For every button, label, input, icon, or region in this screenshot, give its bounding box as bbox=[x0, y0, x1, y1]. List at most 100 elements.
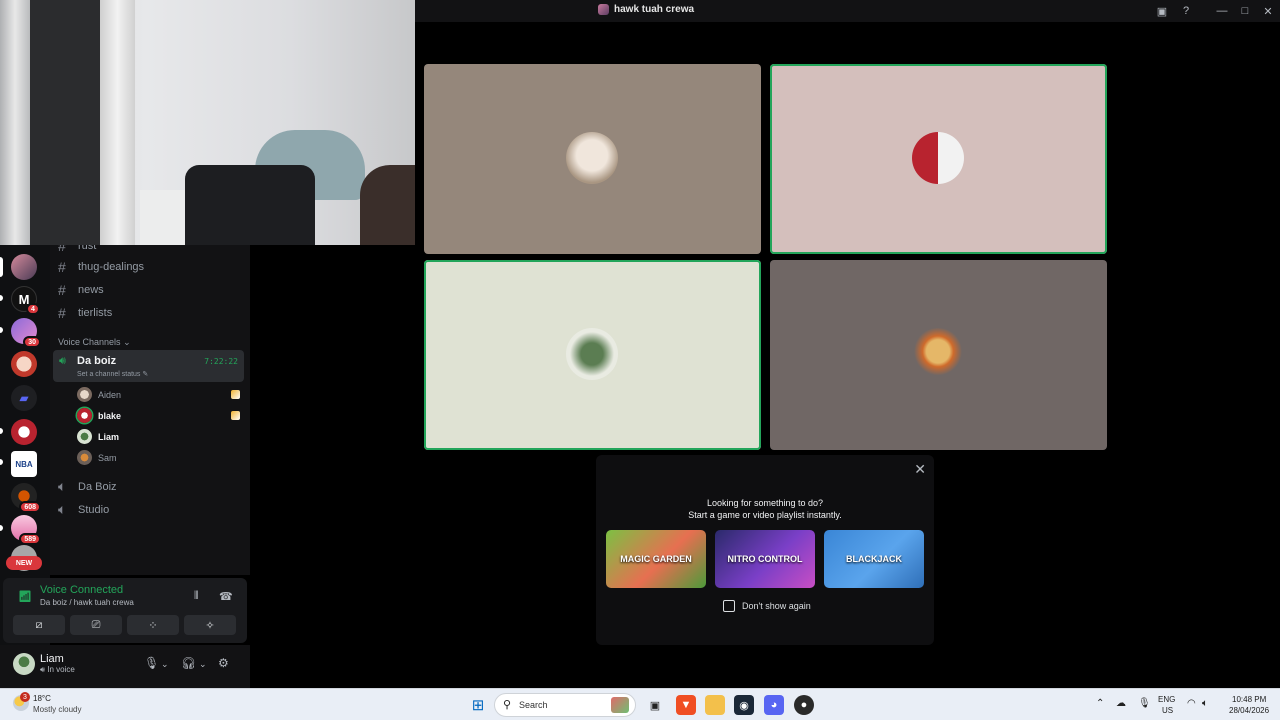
keyboard-layout-label[interactable]: US bbox=[1162, 706, 1173, 715]
discord-icon[interactable]: ◕ bbox=[764, 695, 784, 715]
user-avatar[interactable] bbox=[13, 653, 35, 675]
channel-rust[interactable]: # rust bbox=[58, 245, 96, 254]
channel-news[interactable]: # news bbox=[58, 282, 104, 298]
app-icon[interactable]: ● bbox=[794, 695, 814, 715]
voice-user-sam[interactable]: Sam bbox=[77, 450, 117, 465]
task-view-icon[interactable]: ▣ bbox=[645, 695, 665, 715]
server-selected-indicator bbox=[0, 257, 3, 277]
new-badge[interactable]: NEW bbox=[6, 556, 42, 570]
folder-icon[interactable]: ▰ bbox=[11, 385, 37, 411]
server-badge: 608 bbox=[19, 501, 41, 513]
camera-off-button[interactable]: ⧄ bbox=[13, 615, 65, 635]
channel-thug-dealings[interactable]: # thug-dealings bbox=[58, 259, 144, 275]
participant-avatar bbox=[912, 132, 964, 184]
microphone-icon[interactable]: 🎙︎ bbox=[1138, 698, 1151, 709]
maximize-button[interactable]: □ bbox=[1238, 4, 1252, 18]
screen-share-icon: ⎚ bbox=[91, 618, 101, 631]
camera-preview[interactable] bbox=[0, 0, 415, 245]
brave-icon[interactable]: ▼ bbox=[676, 695, 696, 715]
participant-tile-speaking[interactable] bbox=[424, 260, 761, 450]
channel-label: tierlists bbox=[78, 307, 113, 319]
start-icon[interactable]: ⊞ bbox=[468, 695, 488, 715]
dont-show-again-checkbox[interactable]: Don't show again bbox=[723, 600, 811, 612]
voice-user-blake[interactable]: blake bbox=[77, 408, 121, 423]
user-bar: Liam 🔊︎ In voice 🎙︎ ⌄ 🎧︎ ⌄ ⚙ bbox=[0, 645, 250, 688]
inbox-icon[interactable]: ▣ bbox=[1155, 4, 1169, 18]
speaker-icon: 🔊︎ bbox=[59, 355, 66, 367]
server-icon-anime[interactable]: 30 bbox=[11, 318, 41, 348]
steam-icon[interactable]: ◉ bbox=[734, 695, 754, 715]
channel-status[interactable]: Set a channel status ✎ bbox=[77, 370, 148, 378]
server-icon-nba[interactable]: NBA bbox=[11, 451, 37, 477]
server-icon-red[interactable] bbox=[11, 419, 37, 445]
camera-person bbox=[360, 165, 415, 245]
category-label: Voice Channels bbox=[58, 337, 121, 347]
signal-icon[interactable]: 📶︎ bbox=[18, 590, 32, 603]
participant-tile[interactable] bbox=[770, 260, 1107, 450]
channel-label: thug-dealings bbox=[78, 261, 145, 273]
language-label[interactable]: ENG bbox=[1158, 695, 1175, 704]
search-highlight-icon bbox=[611, 697, 629, 713]
voice-connected-subtitle[interactable]: Da boiz / hawk tuah crewa bbox=[40, 598, 134, 607]
channel-status-text: Set a channel status bbox=[77, 371, 141, 378]
screen-share-button[interactable]: ⎚ bbox=[70, 615, 122, 635]
minimize-button[interactable]: — bbox=[1215, 4, 1229, 18]
activity-blackjack[interactable]: BLACKJACK bbox=[824, 530, 924, 588]
clock-time[interactable]: 10:48 PM bbox=[1232, 695, 1266, 704]
voice-user-name: blake bbox=[98, 410, 122, 421]
voice-channel-da-boiz-2[interactable]: 🔈︎ Da Boiz bbox=[58, 478, 117, 495]
server-icon-pink[interactable]: 589 bbox=[11, 515, 41, 545]
server-icon-character[interactable] bbox=[11, 351, 37, 377]
voice-user-liam[interactable]: Liam bbox=[77, 429, 119, 444]
gear-icon[interactable]: ⚙ bbox=[218, 656, 229, 670]
activity-nitro-control[interactable]: NITRO CONTROL bbox=[715, 530, 815, 588]
clock-date[interactable]: 28/04/2026 bbox=[1229, 706, 1269, 715]
help-icon[interactable]: ? bbox=[1179, 4, 1193, 18]
checkbox[interactable] bbox=[723, 600, 735, 612]
chevron-down-icon[interactable]: ⌄ bbox=[199, 659, 207, 670]
channel-tierlists[interactable]: # tierlists bbox=[58, 305, 112, 321]
voice-channel-name: Da boiz bbox=[77, 355, 117, 367]
voice-connected-title[interactable]: Voice Connected bbox=[40, 584, 123, 596]
close-icon[interactable]: ✕ bbox=[914, 461, 926, 478]
taskbar-search[interactable]: ⚲ Search bbox=[494, 693, 636, 717]
microphone-icon[interactable]: 🎙︎ bbox=[144, 656, 159, 670]
wifi-icon[interactable]: ◠ bbox=[1187, 698, 1196, 709]
activity-suggestion-popup: ✕ Looking for something to do? Start a g… bbox=[596, 455, 934, 645]
participant-avatar bbox=[566, 328, 618, 380]
weather-temp[interactable]: 18°C bbox=[33, 694, 51, 703]
activity-label: BLACKJACK bbox=[846, 554, 902, 564]
taskbar: 3 18°C Mostly cloudy ⊞ ⚲ Search ▣ ▼ ◉ ◕ … bbox=[0, 688, 1280, 720]
voice-user-aiden[interactable]: Aiden bbox=[77, 387, 121, 402]
server-unread-indicator bbox=[0, 295, 3, 301]
chevron-down-icon[interactable]: ⌄ bbox=[161, 659, 169, 670]
weather-condition[interactable]: Mostly cloudy bbox=[33, 705, 81, 714]
search-label: Search bbox=[519, 700, 548, 710]
weather-badge: 3 bbox=[20, 692, 30, 702]
voice-channel-da-boiz[interactable]: 🔊︎ Da boiz Set a channel status ✎ 7:22:2… bbox=[53, 350, 244, 382]
channel-list: # rust # thug-dealings # news # tierlists Vo… bbox=[50, 245, 250, 575]
server-icon-m[interactable]: M4 bbox=[11, 286, 40, 315]
server-icon-hawk[interactable] bbox=[11, 254, 37, 280]
participant-tile[interactable] bbox=[424, 64, 761, 254]
chevron-up-icon[interactable]: ⌃ bbox=[1096, 698, 1104, 709]
server-badge: 4 bbox=[26, 303, 40, 315]
disconnect-icon[interactable]: ☎︎ bbox=[219, 590, 233, 603]
headphones-icon[interactable]: 🎧︎ bbox=[181, 656, 196, 670]
voice-channel-studio[interactable]: 🔈︎ Studio bbox=[58, 501, 109, 518]
app-root: hawk tuah crewa ▣ ? — □ ✕ M4 30 ▰ NBA 60… bbox=[0, 0, 1280, 720]
activities-button[interactable]: ⁘ bbox=[127, 615, 179, 635]
voice-category[interactable]: Voice Channels ⌄ bbox=[58, 337, 131, 348]
noise-suppression-icon[interactable]: ⫴ bbox=[194, 590, 199, 603]
server-icon-orange[interactable]: 608 bbox=[11, 483, 41, 513]
soundboard-button[interactable]: ✧ bbox=[184, 615, 236, 635]
user-name[interactable]: Liam bbox=[40, 653, 64, 665]
file-explorer-icon[interactable] bbox=[705, 695, 725, 715]
volume-icon[interactable]: 🔈︎ bbox=[1202, 698, 1208, 709]
close-window-button[interactable]: ✕ bbox=[1261, 4, 1275, 18]
activity-magic-garden[interactable]: MAGIC GARDEN bbox=[606, 530, 706, 588]
cloud-icon[interactable]: ☁︎ bbox=[1116, 698, 1126, 709]
hash-icon: # bbox=[58, 245, 66, 254]
participant-tile-speaking[interactable] bbox=[770, 64, 1107, 254]
channel-label: news bbox=[78, 284, 104, 296]
